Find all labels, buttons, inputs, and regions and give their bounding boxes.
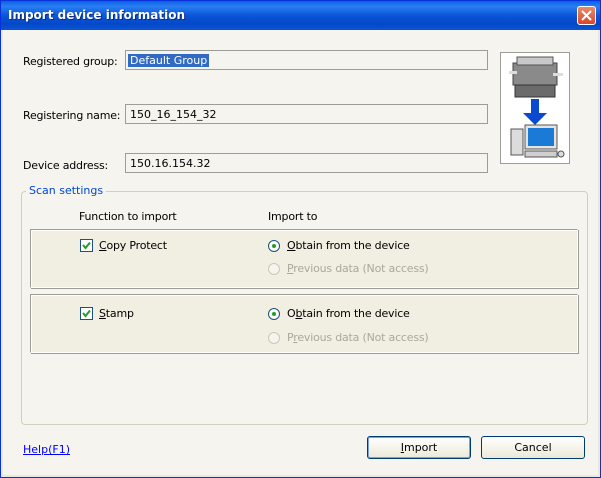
registered-group-field[interactable]: Default Group	[125, 50, 488, 70]
close-button[interactable]	[577, 6, 596, 25]
copy-protect-obtain-label[interactable]: Obtain from the device	[287, 239, 410, 252]
checkmark-icon	[82, 309, 91, 318]
printer-to-computer-icon	[509, 56, 565, 158]
copy-protect-row: Copy Protect Obtain from the device Prev…	[30, 229, 578, 288]
device-image-box	[500, 52, 570, 164]
stamp-previous-radio[interactable]	[268, 332, 280, 344]
copy-protect-obtain-radio[interactable]	[268, 240, 280, 252]
stamp-row: Stamp Obtain from the device Previous da…	[30, 294, 578, 353]
import-device-dialog: Import device information Registered gro…	[0, 0, 601, 478]
registering-name-field[interactable]: 150_16_154_32	[125, 104, 488, 124]
column-import-to: Import to	[268, 210, 318, 223]
stamp-obtain-label[interactable]: Obtain from the device	[287, 307, 410, 320]
device-address-value: 150.16.154.32	[130, 157, 211, 170]
device-address-field[interactable]: 150.16.154.32	[125, 153, 488, 173]
registering-name-label: Registering name:	[23, 109, 121, 122]
import-button[interactable]: Import	[367, 436, 471, 459]
registering-name-value: 150_16_154_32	[130, 108, 217, 121]
copy-protect-checkbox[interactable]	[80, 239, 93, 252]
stamp-obtain-radio[interactable]	[268, 308, 280, 320]
copy-protect-label[interactable]: Copy Protect	[99, 239, 167, 252]
close-icon	[581, 10, 592, 21]
dialog-body: Registered group: Default Group Register…	[3, 30, 598, 475]
scan-settings-title: Scan settings	[26, 184, 107, 197]
stamp-label[interactable]: Stamp	[99, 307, 134, 320]
column-function-to-import: Function to import	[79, 210, 177, 223]
registered-group-value: Default Group	[128, 54, 210, 67]
stamp-checkbox[interactable]	[80, 307, 93, 320]
cancel-button[interactable]: Cancel	[481, 436, 585, 459]
help-link[interactable]: Help(F1)	[23, 443, 70, 456]
copy-protect-previous-radio[interactable]	[268, 263, 280, 275]
registered-group-label: Registered group:	[23, 55, 118, 68]
title-bar[interactable]: Import device information	[1, 1, 600, 30]
copy-protect-previous-label: Previous data (Not access)	[287, 262, 429, 275]
checkmark-icon	[82, 241, 91, 250]
stamp-previous-label: Previous data (Not access)	[287, 331, 429, 344]
device-address-label: Device address:	[23, 159, 109, 172]
window-title: Import device information	[8, 8, 186, 22]
